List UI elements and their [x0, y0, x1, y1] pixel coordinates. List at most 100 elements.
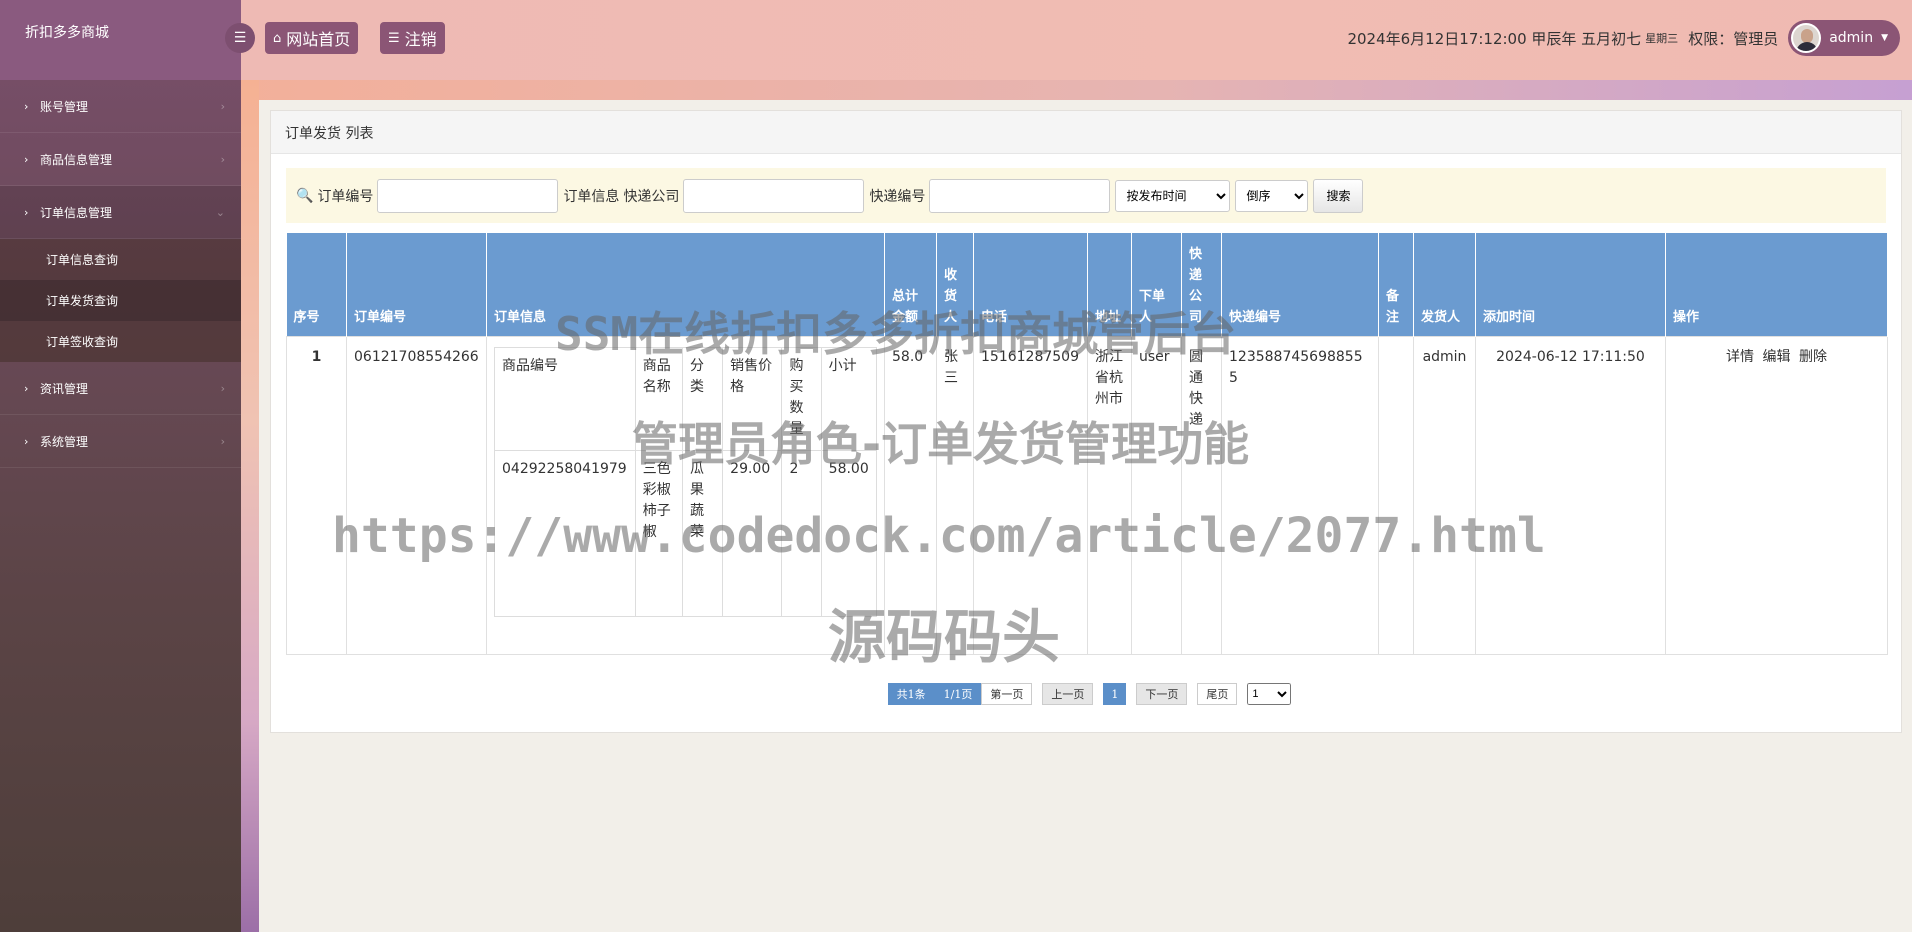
- order-no-input[interactable]: [377, 178, 559, 213]
- col-header: 总计金额: [884, 233, 937, 336]
- logout-button-label: 注销: [404, 30, 437, 49]
- col-header: 快递编号: [1221, 233, 1379, 336]
- col-header: 添加时间: [1475, 233, 1666, 336]
- avatar: [1791, 23, 1822, 53]
- order-info-label: 订单信息: [563, 188, 620, 205]
- pager-next-button[interactable]: 下一页: [1136, 683, 1188, 705]
- inner-col-header: 购买数量: [781, 346, 822, 451]
- orders-table: 序号 订单编号 订单信息 总计金额 收货人 电话 地址 下单人 快递公司 快递编…: [286, 233, 1888, 655]
- col-header: 操作: [1665, 233, 1888, 336]
- item-qty: 2: [781, 449, 822, 617]
- decor-strip: [241, 80, 1912, 100]
- cell-order-info: 商品编号 商品名称 分类 销售价格 购买数量 小计 04292258041979…: [486, 335, 885, 655]
- sidebar-item-label: 商品信息管理: [40, 152, 113, 167]
- inner-col-header: 小计: [820, 346, 878, 451]
- sidebar-toggle-button[interactable]: ☰: [225, 23, 255, 53]
- sidebar-item-label: 订单信息管理: [40, 205, 113, 220]
- top-bar: ⌂ 网站首页 ☰ 注销 2024年6月12日17:12:00 甲辰年 五月初七 …: [241, 0, 1912, 80]
- pager-prev-button[interactable]: 上一页: [1042, 683, 1094, 705]
- item-category: 瓜果蔬菜: [681, 449, 724, 617]
- decor-edge: [241, 80, 259, 932]
- sidebar-item-label: 资讯管理: [40, 381, 89, 396]
- chevron-right-icon: ›: [220, 434, 225, 448]
- detail-link[interactable]: 详情: [1726, 349, 1754, 365]
- col-header: 订单信息: [486, 233, 885, 336]
- sidebar-item-label: 账号管理: [40, 99, 89, 114]
- order-items-table: 商品编号 商品名称 分类 销售价格 购买数量 小计 04292258041979…: [494, 346, 878, 617]
- search-button[interactable]: 搜索: [1313, 178, 1364, 213]
- item-subtotal: 58.00: [820, 449, 878, 617]
- sidebar-subitem-label: 订单发货查询: [46, 294, 119, 308]
- table-row: 1 06121708554266 商品编号 商品名称 分类 销售价格 购买数量 …: [286, 335, 1888, 655]
- user-menu-button[interactable]: admin ▼: [1788, 20, 1900, 56]
- sidebar-subitem-shipping-query[interactable]: 订单发货查询: [0, 280, 241, 321]
- cell-index: 1: [286, 335, 347, 655]
- col-header: 订单编号: [346, 233, 487, 336]
- express-company-input[interactable]: [683, 178, 865, 213]
- col-header: 地址: [1087, 233, 1132, 336]
- chevron-right-icon: ›: [24, 434, 29, 448]
- sidebar-subitem-receipt-query[interactable]: 订单签收查询: [0, 321, 241, 362]
- panel-title: 订单发货 列表: [271, 111, 1901, 154]
- cell-added-time: 2024-06-12 17:11:50: [1475, 335, 1666, 655]
- chevron-right-icon: ›: [24, 381, 29, 395]
- sidebar-item-products[interactable]: › 商品信息管理 ›: [0, 133, 241, 186]
- express-no-input[interactable]: [929, 178, 1111, 213]
- menu-icon: ☰: [388, 30, 400, 46]
- chevron-down-icon: ⌄: [215, 205, 225, 219]
- inner-col-header: 商品名称: [634, 346, 683, 451]
- delete-link[interactable]: 删除: [1799, 349, 1827, 365]
- weekday-text: 星期三: [1645, 32, 1679, 45]
- cell-total: 58.0: [884, 335, 937, 655]
- col-header: 快递公司: [1181, 233, 1222, 336]
- inner-item-row: 04292258041979 三色彩椒柿子椒 瓜果蔬菜 29.00 2 58.0…: [494, 449, 878, 617]
- inner-col-header: 分类: [681, 346, 724, 451]
- search-icon: 🔍: [296, 187, 314, 204]
- sidebar-item-system[interactable]: › 系统管理 ›: [0, 415, 241, 468]
- col-header: 备注: [1378, 233, 1414, 336]
- col-header: 发货人: [1413, 233, 1476, 336]
- col-header: 下单人: [1131, 233, 1182, 336]
- sort-order-select[interactable]: 倒序: [1235, 179, 1309, 212]
- express-no-label: 快递编号: [869, 188, 926, 205]
- sidebar-item-news[interactable]: › 资讯管理 ›: [0, 362, 241, 415]
- logout-button[interactable]: ☰ 注销: [380, 22, 445, 54]
- edit-link[interactable]: 编辑: [1763, 349, 1791, 365]
- sidebar-item-orders[interactable]: › 订单信息管理 ⌄: [0, 186, 241, 239]
- pager-current-page[interactable]: 1: [1103, 683, 1127, 705]
- home-icon: ⌂: [273, 30, 282, 46]
- username: admin: [1829, 30, 1874, 46]
- chevron-right-icon: ›: [24, 152, 29, 166]
- express-company-label: 快递公司: [623, 188, 680, 205]
- chevron-right-icon: ›: [24, 99, 29, 113]
- table-header-row: 序号 订单编号 订单信息 总计金额 收货人 电话 地址 下单人 快递公司 快递编…: [286, 233, 1888, 336]
- sidebar-subitem-label: 订单信息查询: [46, 253, 119, 267]
- sidebar-item-label: 系统管理: [40, 434, 89, 449]
- item-name: 三色彩椒柿子椒: [634, 449, 683, 617]
- order-no-label: 订单编号: [317, 188, 374, 205]
- pager-first-button[interactable]: 第一页: [981, 683, 1033, 705]
- brand-title: 折扣多多商城: [0, 0, 241, 80]
- cell-shipper: admin: [1413, 335, 1476, 655]
- sidebar-subitem-label: 订单签收查询: [46, 335, 119, 349]
- cell-order-no: 06121708554266: [346, 335, 487, 655]
- cell-phone: 15161287509: [973, 335, 1088, 655]
- home-button[interactable]: ⌂ 网站首页: [265, 22, 359, 54]
- sidebar-subitem-order-query[interactable]: 订单信息查询: [0, 239, 241, 280]
- col-header: 电话: [973, 233, 1088, 336]
- chevron-right-icon: ›: [220, 99, 225, 113]
- cell-receiver: 张三: [936, 335, 974, 655]
- cell-express-no: 1235887456988555: [1221, 335, 1379, 655]
- pager-last-button[interactable]: 尾页: [1197, 683, 1238, 705]
- cell-buyer: user: [1131, 335, 1182, 655]
- sort-field-select[interactable]: 按发布时间: [1115, 179, 1231, 212]
- sidebar-item-account[interactable]: › 账号管理 ›: [0, 80, 241, 133]
- col-header: 收货人: [936, 233, 974, 336]
- pager-page-select[interactable]: 1: [1247, 683, 1292, 705]
- content-panel: 订单发货 列表 🔍 订单编号 订单信息 快递公司 快递编号 按发布时间 倒序 搜…: [270, 110, 1902, 733]
- orders-table-wrap: 序号 订单编号 订单信息 总计金额 收货人 电话 地址 下单人 快递公司 快递编…: [286, 233, 1888, 655]
- cell-express-company: 圆通快递: [1181, 335, 1222, 655]
- role-text: 权限：管理员: [1688, 29, 1779, 48]
- chevron-right-icon: ›: [220, 152, 225, 166]
- cell-remark: [1378, 335, 1414, 655]
